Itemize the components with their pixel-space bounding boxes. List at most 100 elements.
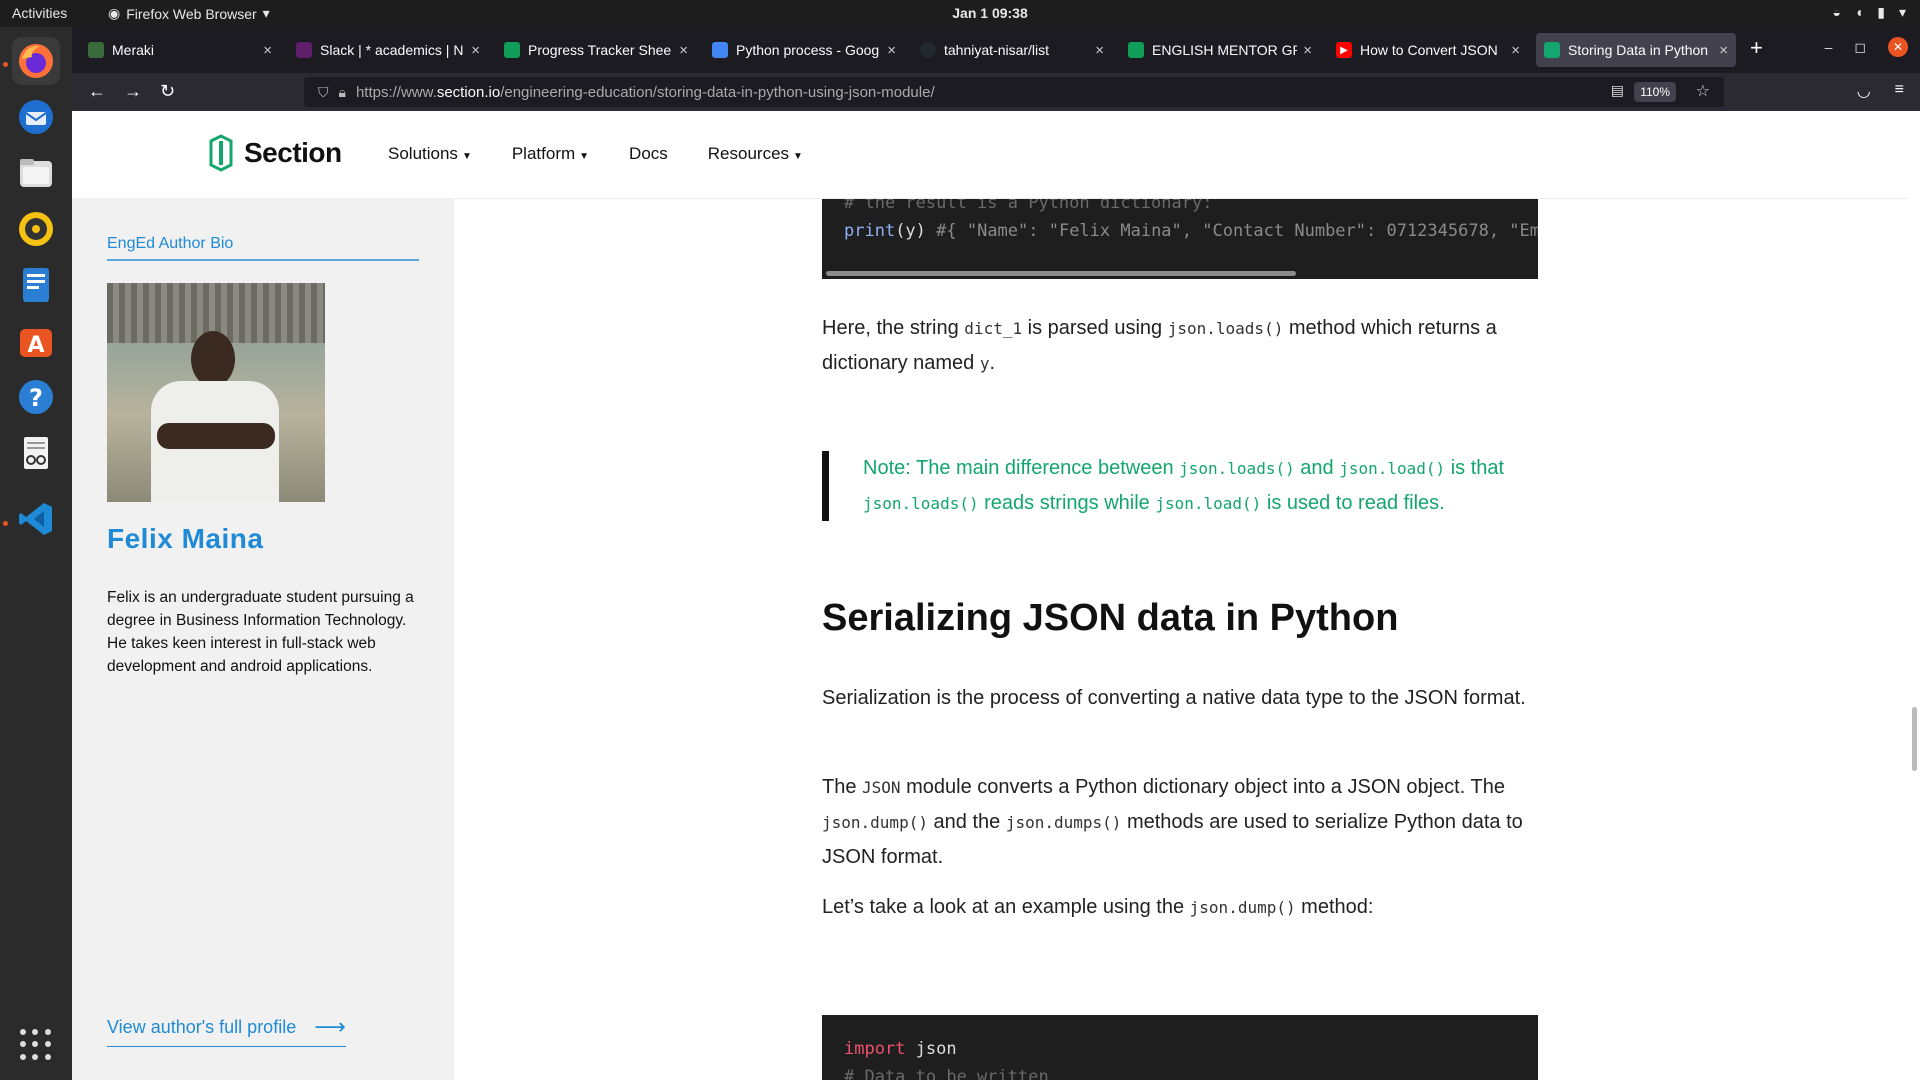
close-icon[interactable]: × [1303,42,1312,59]
back-arrow-icon[interactable]: ← [88,81,106,102]
tab-slack[interactable]: Slack | * academics | N × [288,33,488,67]
chevron-down-icon: ▾ [1898,4,1906,20]
volume-icon: ◖ [1854,4,1864,20]
code-line: import json [844,1039,957,1059]
nav-label: Solutions [388,144,458,163]
app-name-label: Firefox Web Browser [126,5,257,22]
forward-arrow-icon[interactable]: → [124,81,142,102]
zoom-level-badge[interactable]: 110% [1634,82,1676,102]
tab-english-mentor[interactable]: ENGLISH MENTOR GRO × [1120,33,1320,67]
app-center-icon[interactable]: A [12,317,60,365]
code-block[interactable]: # the result is a Python dictionary: pri… [822,199,1538,279]
close-icon[interactable]: × [1095,42,1104,59]
close-icon[interactable]: × [263,42,272,59]
browser-tab-bar: Meraki × Slack | * academics | N × Progr… [72,27,1920,73]
vscode-icon[interactable] [12,495,60,543]
dock: A ? [0,27,72,1080]
tab-youtube[interactable]: ▶ How to Convert JSON × [1328,33,1528,67]
url-prefix: https://www. [355,83,437,101]
tab-title: Storing Data in Python [1568,42,1709,58]
pocket-icon[interactable]: ◡ [1857,81,1871,101]
app-menu[interactable]: ◉ Firefox Web Browser ▾ [108,5,270,22]
tab-storing-data[interactable]: Storing Data in Python × [1536,33,1736,67]
paragraph: Let’s take a look at an example using th… [822,896,1374,918]
code-horizontal-scrollbar[interactable] [826,271,1296,276]
caret-down-icon: ▼ [579,151,590,162]
code-args: (y) [895,221,926,241]
site-header: Section Solutions ▼ Platform ▼ Docs Resour… [72,111,1908,199]
tab-meraki[interactable]: Meraki × [80,33,280,67]
url-bar[interactable]: ⛉ 🔒︎ https://www. section.io/engineering-… [304,77,1724,107]
rhythmbox-icon[interactable] [12,205,60,253]
sheets-favicon-icon [1128,42,1144,58]
tab-title: Meraki [112,42,155,58]
close-window-icon[interactable]: ✕ [1888,37,1908,57]
code-text: json [905,1039,957,1059]
paragraph: Serialization is the process of converti… [822,687,1526,709]
maximize-icon[interactable]: ◻ [1854,39,1866,56]
reload-icon[interactable]: ↻ [160,81,175,102]
firefox-icon: ◉ [108,5,121,21]
chevron-down-icon: ▾ [262,5,270,21]
files-icon[interactable] [12,149,60,197]
section-heading: Serializing JSON data in Python [822,597,1399,639]
tab-title: Progress Tracker Shee [528,42,672,58]
close-icon[interactable]: × [679,42,688,59]
section-logo-icon [209,134,233,172]
arrow-right-icon: ⟶ [314,1014,346,1039]
menu-icon[interactable]: ≡ [1895,81,1904,101]
close-icon[interactable]: × [887,42,896,59]
minimize-icon[interactable]: – [1825,39,1833,55]
close-icon[interactable]: × [1719,42,1728,59]
code-comment: #{ "Name": "Felix Maina", "Contact Numbe… [936,221,1538,241]
tab-github[interactable]: tahniyat-nisar/list × [912,33,1112,67]
libreoffice-writer-icon[interactable] [12,261,60,309]
system-tray[interactable]: ◒ ◖ ▮ ▾ [1832,4,1906,21]
web-page: Section Solutions ▼ Platform ▼ Docs Resour… [72,111,1920,1080]
article-content: # the result is a Python dictionary: pri… [822,199,1538,1080]
battery-icon: ▮ [1877,4,1885,20]
nav-solutions[interactable]: Solutions ▼ [388,144,472,164]
help-icon[interactable]: ? [12,373,60,421]
tab-title: Slack | * academics | N [320,42,464,58]
caret-down-icon: ▼ [793,151,803,162]
code-function: print [844,221,896,241]
clock[interactable]: Jan 1 09:38 [920,5,1060,21]
site-navigation: Solutions ▼ Platform ▼ Docs Resources ▼ [388,144,803,164]
bookmark-star-icon[interactable]: ☆ [1696,81,1710,101]
shield-icon[interactable]: ⛉ [318,84,329,101]
paragraph: Here, the string dict_1 is parsed using … [822,317,1497,374]
close-icon[interactable]: × [471,42,480,59]
tab-python-process[interactable]: Python process - Goog × [704,33,904,67]
author-bio-heading: EngEd Author Bio [107,235,419,261]
wifi-icon: ◒ [1832,4,1841,20]
tab-title: ENGLISH MENTOR GRO [1152,42,1297,58]
toolbar-right: ◡ ≡ [1857,81,1904,101]
code-block[interactable]: import json # Data to be written [822,1015,1538,1080]
section-favicon-icon [1544,42,1560,58]
running-indicator [3,521,8,526]
section-logo[interactable]: Section [208,133,342,173]
scrollbar-thumb[interactable] [1912,707,1917,771]
nav-resources[interactable]: Resources ▼ [708,144,803,164]
tab-progress-tracker[interactable]: Progress Tracker Shee × [496,33,696,67]
reader-view-icon[interactable]: ▤ [1611,82,1624,99]
browser-navigation-bar: ← → ↻ ⛉ 🔒︎ https://www. section.io/engine… [72,73,1920,111]
view-profile-link[interactable]: View author's full profile ⟶ [107,1014,346,1047]
lock-icon[interactable]: 🔒︎ [339,84,346,101]
new-tab-button[interactable]: + [1750,35,1763,61]
nav-docs[interactable]: Docs [629,144,668,164]
nav-platform[interactable]: Platform ▼ [512,144,589,164]
meraki-favicon-icon [88,42,104,58]
document-viewer-icon[interactable] [12,429,60,477]
sheets-favicon-icon [504,42,520,58]
show-applications-icon[interactable] [20,1029,52,1061]
page-scrollbar[interactable] [1908,199,1920,1080]
nav-label: Resources [707,144,790,163]
running-indicator [3,62,8,67]
author-bio-text: Felix is an undergraduate student pursui… [107,589,414,675]
close-icon[interactable]: × [1511,42,1520,59]
thunderbird-icon[interactable] [12,93,60,141]
firefox-icon[interactable] [12,37,60,85]
activities-button[interactable]: Activities [12,5,67,21]
